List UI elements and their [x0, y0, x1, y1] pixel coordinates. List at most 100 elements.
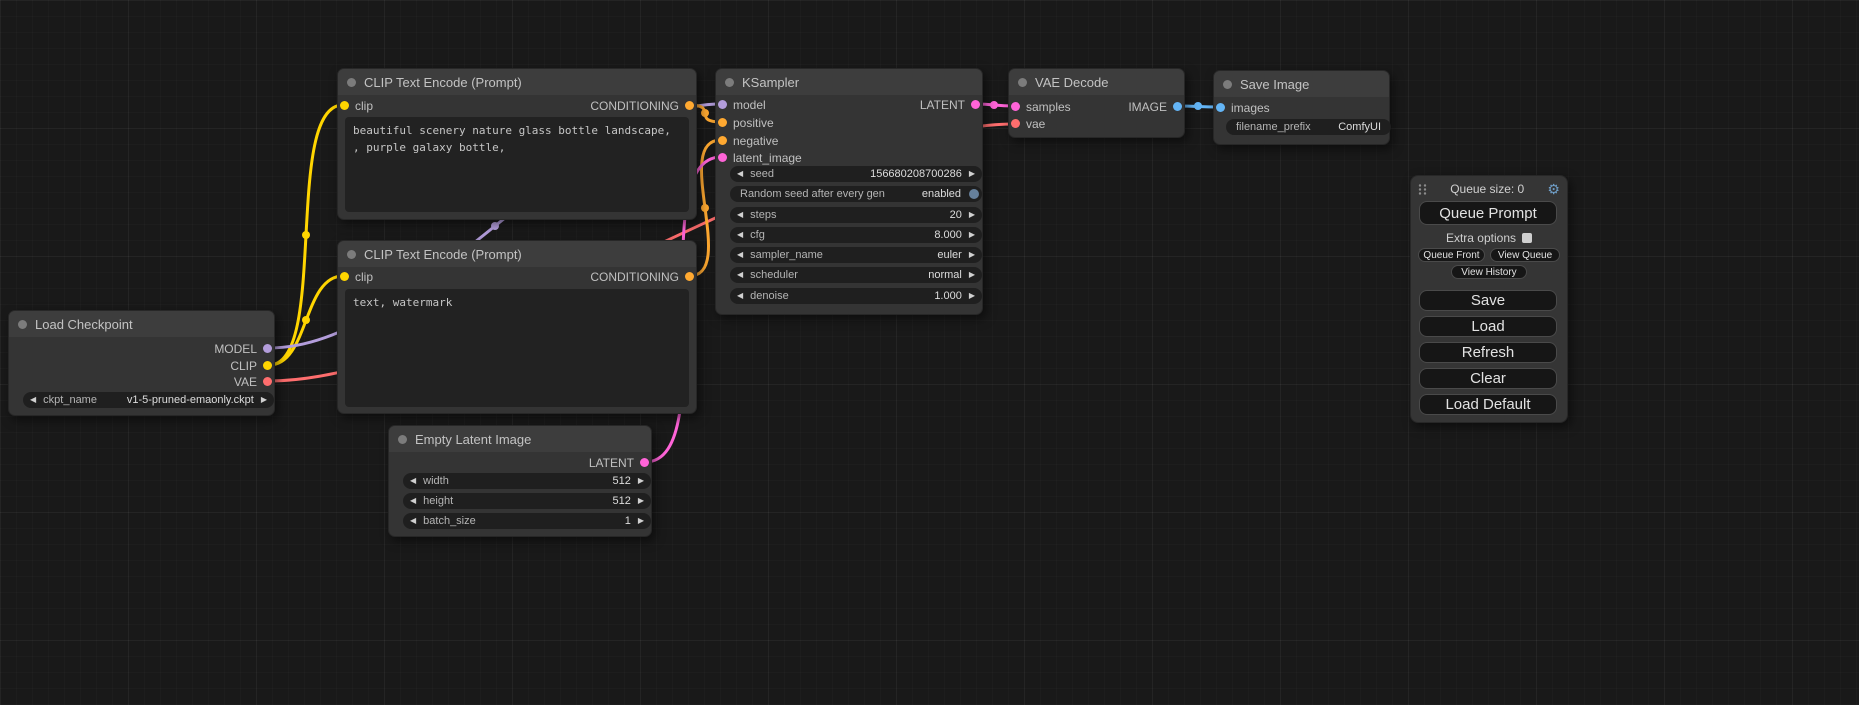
output-port-model[interactable]: MODEL [214, 342, 272, 355]
node-title-bar[interactable]: CLIP Text Encode (Prompt) [338, 69, 696, 95]
input-port-clip[interactable]: clip [340, 270, 373, 283]
node-clip-text-encode-negative[interactable]: CLIP Text Encode (Prompt) clip CONDITION… [337, 240, 697, 414]
collapse-dot[interactable] [1223, 80, 1232, 89]
widget-batch-size[interactable]: ◀ batch_size 1 ▶ [403, 513, 651, 529]
decrement-arrow-icon[interactable]: ◀ [410, 497, 416, 505]
collapse-dot[interactable] [347, 250, 356, 259]
load-button[interactable]: Load [1419, 316, 1557, 337]
widget-cfg[interactable]: ◀ cfg 8.000 ▶ [730, 227, 982, 243]
increment-arrow-icon[interactable]: ▶ [969, 231, 975, 239]
collapse-dot[interactable] [347, 78, 356, 87]
conditioning-port-dot[interactable] [685, 101, 694, 110]
input-port-positive[interactable]: positive [718, 116, 774, 129]
decrement-arrow-icon[interactable]: ◀ [737, 251, 743, 259]
collapse-dot[interactable] [398, 435, 407, 444]
latent-port-dot[interactable] [718, 153, 727, 162]
node-title-bar[interactable]: Load Checkpoint [9, 311, 274, 337]
widget-width[interactable]: ◀ width 512 ▶ [403, 473, 651, 489]
image-port-dot[interactable] [1173, 102, 1182, 111]
collapse-dot[interactable] [1018, 78, 1027, 87]
latent-port-dot[interactable] [971, 100, 980, 109]
widget-random-seed-toggle[interactable]: Random seed after every gen enabled [730, 186, 982, 202]
vae-port-dot[interactable] [1011, 119, 1020, 128]
output-port-conditioning[interactable]: CONDITIONING [590, 99, 694, 112]
input-port-negative[interactable]: negative [718, 134, 778, 147]
output-port-vae[interactable]: VAE [234, 375, 272, 388]
extra-options-checkbox[interactable] [1522, 233, 1532, 243]
queue-front-button[interactable]: Queue Front [1418, 248, 1485, 262]
input-port-latent-image[interactable]: latent_image [718, 151, 802, 164]
node-title-bar[interactable]: CLIP Text Encode (Prompt) [338, 241, 696, 267]
node-vae-decode[interactable]: VAE Decode samples vae IMAGE [1008, 68, 1185, 138]
clip-port-dot[interactable] [263, 361, 272, 370]
collapse-dot[interactable] [18, 320, 27, 329]
clear-button[interactable]: Clear [1419, 368, 1557, 389]
increment-arrow-icon[interactable]: ▶ [638, 477, 644, 485]
view-queue-button[interactable]: View Queue [1490, 248, 1560, 262]
input-port-samples[interactable]: samples [1011, 100, 1071, 113]
increment-arrow-icon[interactable]: ▶ [638, 517, 644, 525]
widget-steps[interactable]: ◀ steps 20 ▶ [730, 207, 982, 223]
node-title-bar[interactable]: Save Image [1214, 71, 1389, 97]
increment-arrow-icon[interactable]: ▶ [261, 396, 267, 404]
clip-port-dot[interactable] [340, 101, 349, 110]
decrement-arrow-icon[interactable]: ◀ [737, 170, 743, 178]
conditioning-port-dot[interactable] [685, 272, 694, 281]
increment-arrow-icon[interactable]: ▶ [969, 170, 975, 178]
model-port-dot[interactable] [263, 344, 272, 353]
decrement-arrow-icon[interactable]: ◀ [737, 292, 743, 300]
increment-arrow-icon[interactable]: ▶ [969, 292, 975, 300]
save-button[interactable]: Save [1419, 290, 1557, 311]
image-port-dot[interactable] [1216, 103, 1225, 112]
node-empty-latent-image[interactable]: Empty Latent Image LATENT ◀ width 512 ▶ … [388, 425, 652, 537]
increment-arrow-icon[interactable]: ▶ [969, 271, 975, 279]
prompt-textarea[interactable]: beautiful scenery nature glass bottle la… [345, 117, 689, 212]
widget-seed[interactable]: ◀ seed 156680208700286 ▶ [730, 166, 982, 182]
view-history-button[interactable]: View History [1451, 265, 1527, 279]
input-port-clip[interactable]: clip [340, 99, 373, 112]
decrement-arrow-icon[interactable]: ◀ [410, 477, 416, 485]
prompt-textarea[interactable]: text, watermark [345, 289, 689, 407]
collapse-dot[interactable] [725, 78, 734, 87]
widget-sampler-name[interactable]: ◀ sampler_name euler ▶ [730, 247, 982, 263]
drag-handle-icon[interactable] [1418, 183, 1427, 196]
node-title-bar[interactable]: VAE Decode [1009, 69, 1184, 95]
increment-arrow-icon[interactable]: ▶ [969, 251, 975, 259]
output-port-latent[interactable]: LATENT [589, 456, 649, 469]
output-port-clip[interactable]: CLIP [230, 359, 272, 372]
decrement-arrow-icon[interactable]: ◀ [410, 517, 416, 525]
node-ksampler[interactable]: KSampler model positive negative latent_… [715, 68, 983, 315]
node-clip-text-encode-positive[interactable]: CLIP Text Encode (Prompt) clip CONDITION… [337, 68, 697, 220]
decrement-arrow-icon[interactable]: ◀ [737, 231, 743, 239]
clip-port-dot[interactable] [340, 272, 349, 281]
widget-scheduler[interactable]: ◀ scheduler normal ▶ [730, 267, 982, 283]
input-port-model[interactable]: model [718, 98, 766, 111]
node-title-bar[interactable]: Empty Latent Image [389, 426, 651, 452]
widget-height[interactable]: ◀ height 512 ▶ [403, 493, 651, 509]
widget-ckpt-name[interactable]: ◀ ckpt_name v1-5-pruned-emaonly.ckpt ▶ [23, 392, 274, 408]
latent-port-dot[interactable] [1011, 102, 1020, 111]
toggle-knob[interactable] [969, 189, 979, 199]
vae-port-dot[interactable] [263, 377, 272, 386]
decrement-arrow-icon[interactable]: ◀ [30, 396, 36, 404]
increment-arrow-icon[interactable]: ▶ [969, 211, 975, 219]
conditioning-port-dot[interactable] [718, 118, 727, 127]
decrement-arrow-icon[interactable]: ◀ [737, 271, 743, 279]
output-port-conditioning[interactable]: CONDITIONING [590, 270, 694, 283]
widget-denoise[interactable]: ◀ denoise 1.000 ▶ [730, 288, 982, 304]
node-canvas[interactable]: Load Checkpoint MODEL CLIP VAE ◀ ckpt_na… [0, 0, 1859, 705]
load-default-button[interactable]: Load Default [1419, 394, 1557, 415]
increment-arrow-icon[interactable]: ▶ [638, 497, 644, 505]
refresh-button[interactable]: Refresh [1419, 342, 1557, 363]
input-port-images[interactable]: images [1216, 101, 1270, 114]
decrement-arrow-icon[interactable]: ◀ [737, 211, 743, 219]
node-save-image[interactable]: Save Image images filename_prefix ComfyU… [1213, 70, 1390, 145]
output-port-image[interactable]: IMAGE [1128, 100, 1182, 113]
gear-icon[interactable]: ⚙ [1547, 182, 1560, 196]
queue-prompt-button[interactable]: Queue Prompt [1419, 201, 1557, 225]
model-port-dot[interactable] [718, 100, 727, 109]
output-port-latent[interactable]: LATENT [920, 98, 980, 111]
node-load-checkpoint[interactable]: Load Checkpoint MODEL CLIP VAE ◀ ckpt_na… [8, 310, 275, 416]
node-title-bar[interactable]: KSampler [716, 69, 982, 95]
input-port-vae[interactable]: vae [1011, 117, 1045, 130]
